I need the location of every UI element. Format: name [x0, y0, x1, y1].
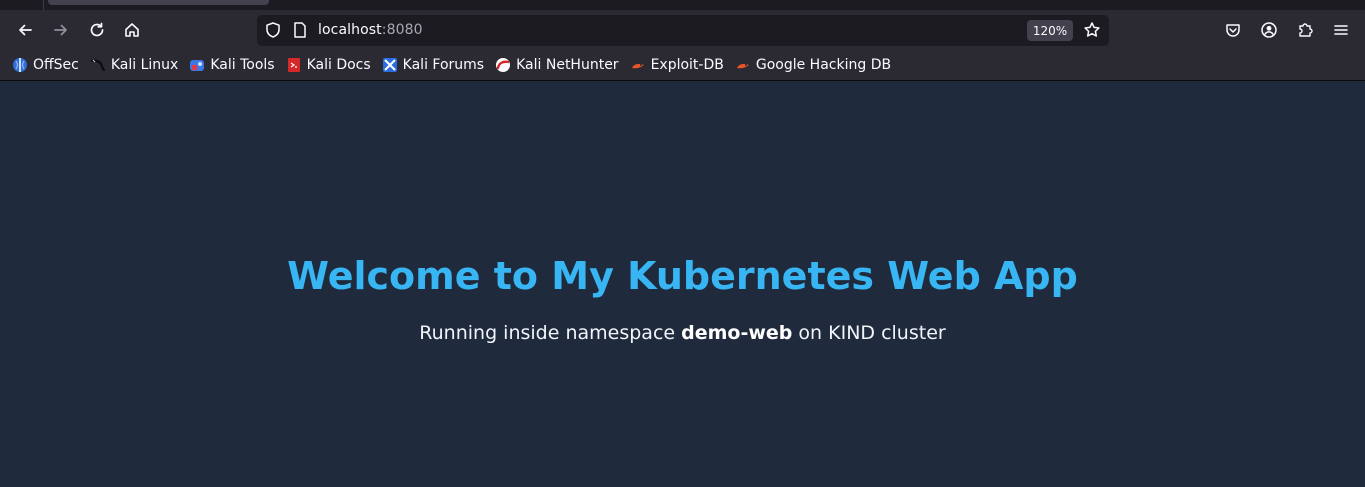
forward-arrow-icon: [54, 24, 67, 36]
exploit-db-icon: [631, 64, 644, 69]
bookmark-kali-linux[interactable]: Kali Linux: [90, 57, 178, 73]
bookmark-google-hacking-db[interactable]: Google Hacking DB: [735, 57, 891, 73]
back-button[interactable]: [10, 15, 40, 45]
bookmark-label: Kali Docs: [306, 57, 371, 73]
hamburger-menu-icon: [1334, 25, 1348, 35]
bookmark-kali-nethunter[interactable]: Kali NetHunter: [495, 57, 619, 73]
bookmark-label: Exploit-DB: [650, 57, 724, 73]
puzzle-piece-icon: [1299, 23, 1313, 37]
kali-docs-icon: [287, 58, 300, 72]
url-host: localhost: [318, 22, 382, 38]
offsec-icon: [13, 58, 27, 72]
page-title: Welcome to My Kubernetes Web App: [287, 254, 1078, 298]
bookmark-label: Kali Forums: [402, 57, 485, 73]
url-text[interactable]: localhost:8080: [318, 22, 423, 38]
bookmark-label: Kali Linux: [110, 57, 179, 73]
tracking-protection-shield-icon[interactable]: [264, 21, 282, 39]
extensions-button[interactable]: [1290, 15, 1320, 45]
bookmark-kali-docs[interactable]: Kali Docs: [286, 57, 371, 73]
zoom-reset-button[interactable]: 120%: [1027, 20, 1073, 41]
kali-dragon-icon: [90, 59, 105, 72]
forward-button[interactable]: [46, 15, 76, 45]
page-icon[interactable]: [292, 21, 308, 39]
pocket-button[interactable]: [1218, 15, 1248, 45]
tab-strip: [0, 0, 1365, 10]
bookmark-kali-forums[interactable]: Kali Forums: [382, 57, 484, 73]
kali-tools-icon: [190, 60, 205, 71]
bookmark-label: Kali NetHunter: [516, 57, 619, 73]
bookmarks-toolbar: OffSec Kali Linux Kali Tools Kali Docs K…: [0, 50, 1365, 81]
account-button[interactable]: [1254, 15, 1284, 45]
account-icon: [1261, 22, 1277, 38]
tab-separator: [43, 0, 44, 10]
url-port: :8080: [381, 22, 423, 38]
bookmark-kali-tools[interactable]: Kali Tools: [189, 57, 275, 73]
subtitle-prefix: Running inside namespace: [419, 322, 682, 344]
page-content: Welcome to My Kubernetes Web App Running…: [0, 82, 1365, 487]
nethunter-icon: [496, 58, 511, 72]
bookmark-label: Kali Tools: [210, 57, 275, 73]
app-menu-button[interactable]: [1326, 15, 1356, 45]
reload-button[interactable]: [82, 15, 112, 45]
back-arrow-icon: [19, 24, 32, 36]
subtitle-suffix: on KIND cluster: [792, 322, 946, 344]
bookmark-exploit-db[interactable]: Exploit-DB: [630, 57, 724, 73]
home-icon: [125, 23, 139, 37]
bookmark-star-icon[interactable]: [1083, 21, 1101, 39]
bookmark-offsec[interactable]: OffSec: [12, 57, 79, 73]
kali-forums-icon: [382, 58, 397, 72]
home-button[interactable]: [117, 15, 147, 45]
active-tab[interactable]: [48, 0, 269, 5]
bookmark-label: Google Hacking DB: [755, 57, 892, 73]
bookmark-label: OffSec: [33, 57, 79, 73]
address-bar[interactable]: localhost:8080 120%: [257, 15, 1109, 46]
ghdb-icon: [736, 64, 749, 69]
namespace-name: demo-web: [681, 322, 793, 344]
navigation-toolbar: localhost:8080 120%: [0, 10, 1365, 50]
reload-icon: [90, 22, 104, 37]
pocket-icon: [1226, 24, 1240, 37]
page-subtitle: Running inside namespace demo-web on KIN…: [419, 322, 945, 344]
